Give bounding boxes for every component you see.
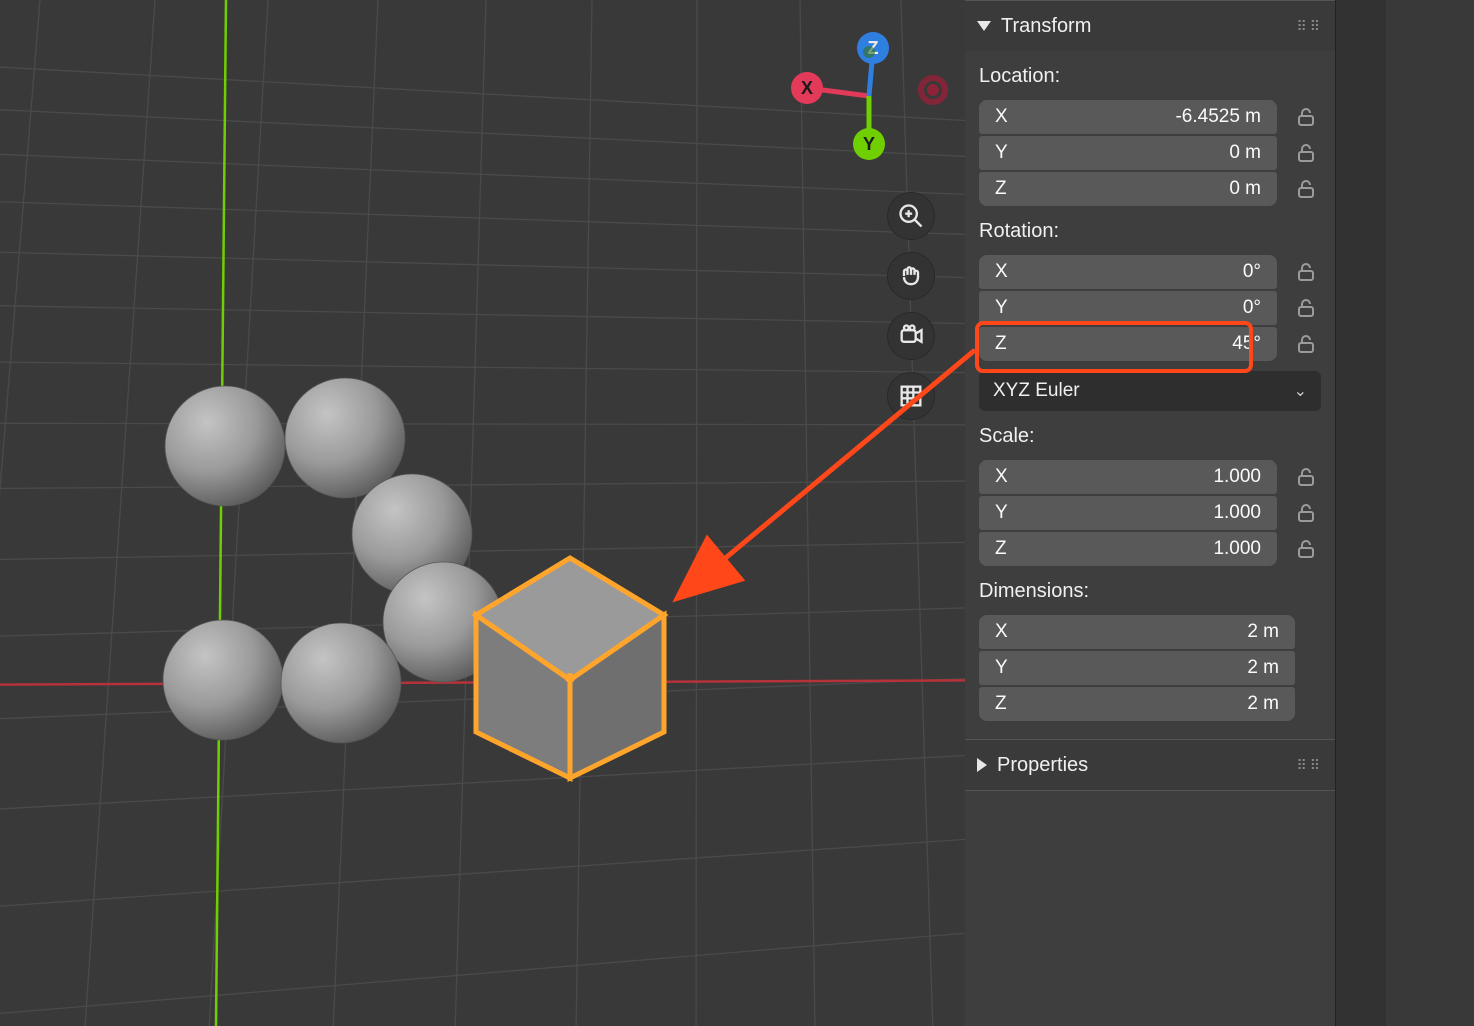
rotation-mode-dropdown[interactable]: XYZ Euler ⌄: [979, 371, 1321, 411]
3d-viewport[interactable]: X Y Z: [0, 0, 965, 1026]
scale-y-field[interactable]: Y 1.000: [979, 496, 1277, 530]
y-axis-line: [216, 0, 226, 1026]
perspective-toggle-button[interactable]: [887, 372, 935, 420]
sphere-objects[interactable]: [163, 378, 503, 743]
panel-title: Transform: [1001, 15, 1091, 38]
rotation-x-field[interactable]: X 0°: [979, 255, 1277, 289]
rotation-label: Rotation:: [965, 206, 1335, 255]
properties-panel-header[interactable]: Properties ⠿⠿: [965, 739, 1335, 791]
lock-icon[interactable]: [1291, 498, 1321, 528]
pan-button[interactable]: [887, 252, 935, 300]
rotation-y-field[interactable]: Y 0°: [979, 291, 1277, 325]
selected-cube[interactable]: [476, 558, 664, 778]
dimensions-z-field[interactable]: Z 2 m: [979, 687, 1295, 721]
dimensions-y-field[interactable]: Y 2 m: [979, 651, 1295, 685]
drag-grip-icon[interactable]: ⠿⠿: [1296, 757, 1323, 774]
drag-grip-icon[interactable]: ⠿⠿: [1296, 18, 1323, 35]
panel-title: Properties: [997, 754, 1088, 777]
lock-icon[interactable]: [1291, 534, 1321, 564]
location-x-field[interactable]: X -6.4525 m: [979, 100, 1277, 134]
scale-label: Scale:: [965, 411, 1335, 460]
camera-view-button[interactable]: [887, 312, 935, 360]
scale-x-field[interactable]: X 1.000: [979, 460, 1277, 494]
lock-icon[interactable]: [1291, 293, 1321, 323]
panel-tabs[interactable]: [1335, 0, 1386, 1026]
rotation-z-field[interactable]: Z 45°: [979, 327, 1277, 361]
svg-text:Y: Y: [863, 134, 875, 154]
location-y-field[interactable]: Y 0 m: [979, 136, 1277, 170]
transform-panel-header[interactable]: Transform ⠿⠿: [965, 0, 1335, 51]
lock-icon[interactable]: [1291, 102, 1321, 132]
n-panel: Transform ⠿⠿ Location: X -6.4525 m Y 0 m: [965, 0, 1335, 1026]
svg-text:X: X: [801, 78, 813, 98]
lock-icon[interactable]: [1291, 257, 1321, 287]
zoom-button[interactable]: [887, 192, 935, 240]
lock-icon[interactable]: [1291, 462, 1321, 492]
location-z-field[interactable]: Z 0 m: [979, 172, 1277, 206]
location-label: Location:: [965, 51, 1335, 100]
lock-icon[interactable]: [1291, 138, 1321, 168]
chevron-down-icon: ⌄: [1294, 381, 1307, 401]
viewport-nav-buttons: [887, 192, 935, 420]
lock-icon[interactable]: [1291, 174, 1321, 204]
scale-z-field[interactable]: Z 1.000: [979, 532, 1277, 566]
dimensions-label: Dimensions:: [965, 566, 1335, 615]
lock-icon[interactable]: [1291, 329, 1321, 359]
dimensions-x-field[interactable]: X 2 m: [979, 615, 1295, 649]
viewport-axis-gizmo[interactable]: X Y Z: [789, 18, 949, 178]
